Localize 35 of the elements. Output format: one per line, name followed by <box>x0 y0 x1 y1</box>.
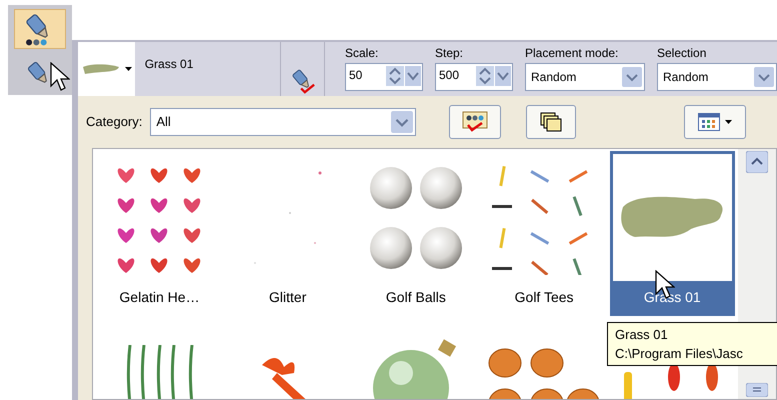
brush-check-icon <box>290 68 316 94</box>
chevron-down-icon <box>391 111 414 133</box>
view-menu-button[interactable] <box>684 105 746 139</box>
category-dropdown[interactable]: All <box>150 108 416 136</box>
folders-icon <box>539 111 564 133</box>
spin-arrows-icon <box>386 66 422 86</box>
option-label: Placement mode: <box>525 46 620 60</box>
cursor-icon <box>50 62 70 92</box>
brush-label: Glitter <box>269 288 306 307</box>
category-label: Category: <box>86 113 142 132</box>
tooltip-text: C:\Program Files\Jasc <box>615 345 744 363</box>
brush-label: Golf Tees <box>514 288 574 307</box>
grid-view-icon <box>698 113 720 131</box>
caret-icon <box>124 67 132 71</box>
brush-tool-button[interactable] <box>14 9 66 50</box>
brush-label: Gelatin He… <box>119 288 200 307</box>
option-label: Selection <box>657 46 708 60</box>
option-label: Scale: <box>345 46 380 60</box>
chevron-down-icon <box>754 67 774 87</box>
toolbar-button[interactable] <box>526 105 576 139</box>
caret-icon <box>725 120 732 124</box>
dropdown-field[interactable]: Random <box>657 63 777 91</box>
dropdown-field[interactable]: Random <box>525 63 645 91</box>
spin-field[interactable]: 500 <box>435 63 513 91</box>
preset-picker[interactable] <box>78 42 135 96</box>
scroll-thumb-icon <box>746 383 768 397</box>
spin-field[interactable]: 50 <box>345 63 423 91</box>
brush-check-icon <box>462 111 488 133</box>
preset-name: Grass 01 <box>144 57 194 71</box>
option-label: Step: <box>435 46 464 60</box>
spin-arrows-icon <box>476 66 512 86</box>
brush-label: Golf Balls <box>386 288 446 307</box>
chevron-down-icon <box>622 67 642 87</box>
tooltip-text: Grass 01 <box>615 326 669 344</box>
scroll-up-icon <box>746 151 768 173</box>
